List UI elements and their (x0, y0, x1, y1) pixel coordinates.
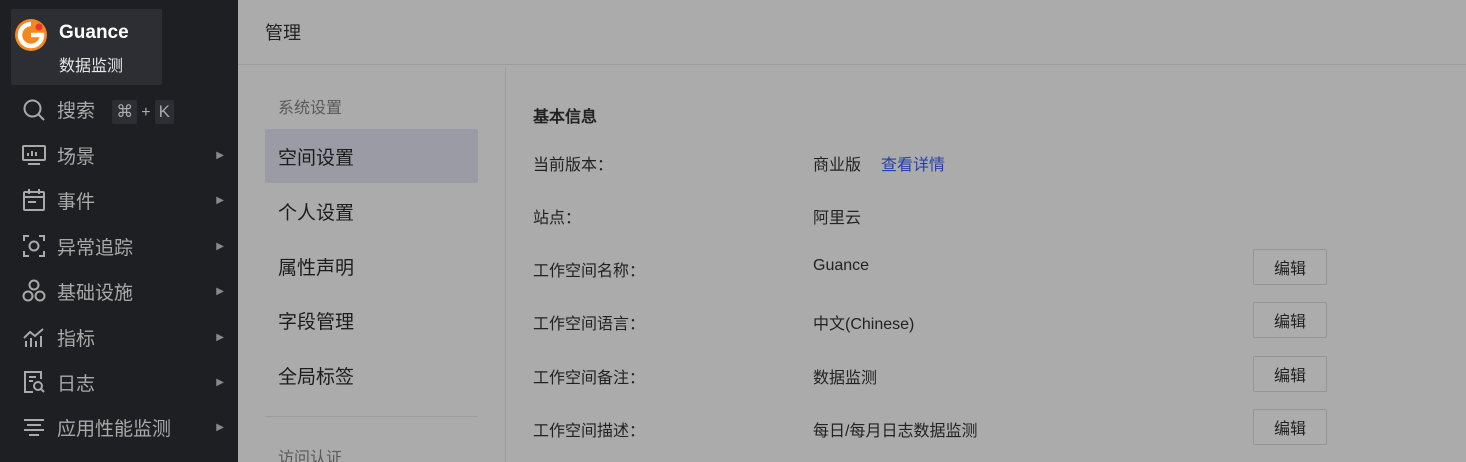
edit-workspace-description-button[interactable]: 编辑 (1253, 409, 1327, 445)
row-label: 工作空间语言： (533, 316, 646, 333)
sidebar: Guance 数据监测 搜索 ⌘ + K 场景 ▶ 事件 ▶ 异常追踪 ▶ 基础… (0, 0, 238, 462)
chevron-right-icon: ▶ (216, 285, 224, 297)
version-value: 商业版 (813, 157, 862, 174)
chevron-right-icon: ▶ (216, 331, 224, 343)
shortcut-plus: + (141, 104, 151, 121)
sidebar-item-infrastructure[interactable]: 基础设施 ▶ (0, 271, 238, 311)
sidebar-item-metrics[interactable]: 指标 ▶ (0, 317, 238, 357)
row-label: 工作空间描述： (533, 423, 646, 440)
chevron-right-icon: ▶ (216, 194, 224, 206)
sidebar-item-scenes[interactable]: 场景 ▶ (0, 135, 238, 175)
chevron-right-icon: ▶ (216, 376, 224, 388)
list-filter-icon (21, 414, 47, 440)
row-label: 站点： (533, 210, 582, 227)
settings-nav-divider (265, 416, 478, 417)
info-row-workspace-description: 工作空间描述： 每日/每月日志数据监测 编辑 (506, 409, 1466, 445)
settings-nav: 系统设置 空间设置 个人设置 属性声明 字段管理 全局标签 访问认证 (238, 66, 506, 462)
chevron-right-icon: ▶ (216, 421, 224, 433)
header: 管理 (238, 0, 1466, 65)
chart-icon (21, 324, 47, 350)
chevron-right-icon: ▶ (216, 240, 224, 252)
sidebar-item-apm[interactable]: 应用性能监测 ▶ (0, 407, 238, 447)
settings-nav-item-personal[interactable]: 个人设置 (265, 184, 478, 238)
page-title: 管理 (265, 23, 301, 43)
row-value: 商业版 查看详情 (813, 151, 945, 175)
info-row-workspace-language: 工作空间语言： 中文(Chinese) 编辑 (506, 302, 1466, 338)
settings-nav-item-space[interactable]: 空间设置 (265, 129, 478, 183)
edit-workspace-name-button[interactable]: 编辑 (1253, 249, 1327, 285)
sidebar-item-label: 场景 (57, 146, 96, 168)
sidebar-item-events[interactable]: 事件 ▶ (0, 180, 238, 220)
info-row-site: 站点： 阿里云 (506, 196, 1466, 232)
cluster-icon (21, 278, 47, 304)
row-value: 中文(Chinese) (813, 316, 915, 333)
edit-workspace-note-button[interactable]: 编辑 (1253, 356, 1327, 392)
search-icon (21, 97, 47, 123)
row-label: 工作空间名称： (533, 263, 646, 280)
sidebar-item-label: 事件 (57, 191, 96, 213)
row-label: 当前版本： (533, 157, 614, 174)
row-label: 工作空间备注： (533, 370, 646, 387)
row-value: Guance (813, 257, 870, 274)
info-row-workspace-note: 工作空间备注： 数据监测 编辑 (506, 356, 1466, 392)
shortcut-key-cmd: ⌘ (112, 100, 138, 124)
guance-logo-icon (13, 17, 49, 53)
view-details-link[interactable]: 查看详情 (881, 157, 945, 174)
monitor-icon (21, 142, 47, 168)
workspace-switcher[interactable]: Guance 数据监测 (11, 9, 162, 85)
row-value: 每日/每月日志数据监测 (813, 423, 978, 440)
sidebar-item-label: 基础设施 (57, 282, 134, 304)
sidebar-item-label: 日志 (57, 373, 96, 395)
info-row-workspace-name: 工作空间名称： Guance 编辑 (506, 249, 1466, 285)
shortcut-key-k: K (154, 100, 174, 124)
target-icon (21, 233, 47, 259)
log-search-icon (21, 369, 47, 395)
sidebar-item-logs[interactable]: 日志 ▶ (0, 362, 238, 402)
row-value: 数据监测 (813, 370, 878, 387)
calendar-icon (21, 187, 47, 213)
section-title: 基本信息 (533, 109, 598, 126)
row-value: 阿里云 (813, 210, 862, 227)
settings-nav-item-attributes[interactable]: 属性声明 (265, 239, 478, 293)
sidebar-item-anomaly-tracking[interactable]: 异常追踪 ▶ (0, 226, 238, 266)
basic-info-panel: 基本信息 当前版本： 商业版 查看详情 站点： 阿里云 工作空间名称： Guanc… (506, 66, 1466, 462)
sidebar-item-label: 指标 (57, 328, 96, 350)
brand-name: Guance (59, 22, 129, 43)
sidebar-item-label: 异常追踪 (57, 237, 134, 259)
settings-group-title: 系统设置 (278, 100, 343, 117)
content: 系统设置 空间设置 个人设置 属性声明 字段管理 全局标签 访问认证 基本信息 … (238, 66, 1466, 462)
settings-nav-item-fields[interactable]: 字段管理 (265, 293, 478, 347)
sidebar-item-label: 搜索 ⌘ + K (57, 96, 174, 124)
chevron-right-icon: ▶ (216, 149, 224, 161)
search-label: 搜索 (57, 101, 96, 122)
app-window: Guance 数据监测 搜索 ⌘ + K 场景 ▶ 事件 ▶ 异常追踪 ▶ 基础… (0, 0, 1466, 462)
sidebar-item-search[interactable]: 搜索 ⌘ + K (0, 90, 238, 130)
info-row-version: 当前版本： 商业版 查看详情 (506, 143, 1466, 179)
sidebar-item-label: 应用性能监测 (57, 418, 172, 440)
settings-nav-item-global-tags[interactable]: 全局标签 (265, 348, 478, 402)
main-area: 管理 系统设置 空间设置 个人设置 属性声明 字段管理 全局标签 访问认证 基本… (238, 0, 1466, 462)
workspace-name: 数据监测 (59, 58, 124, 75)
settings-group-title: 访问认证 (278, 450, 343, 462)
edit-workspace-language-button[interactable]: 编辑 (1253, 302, 1327, 338)
